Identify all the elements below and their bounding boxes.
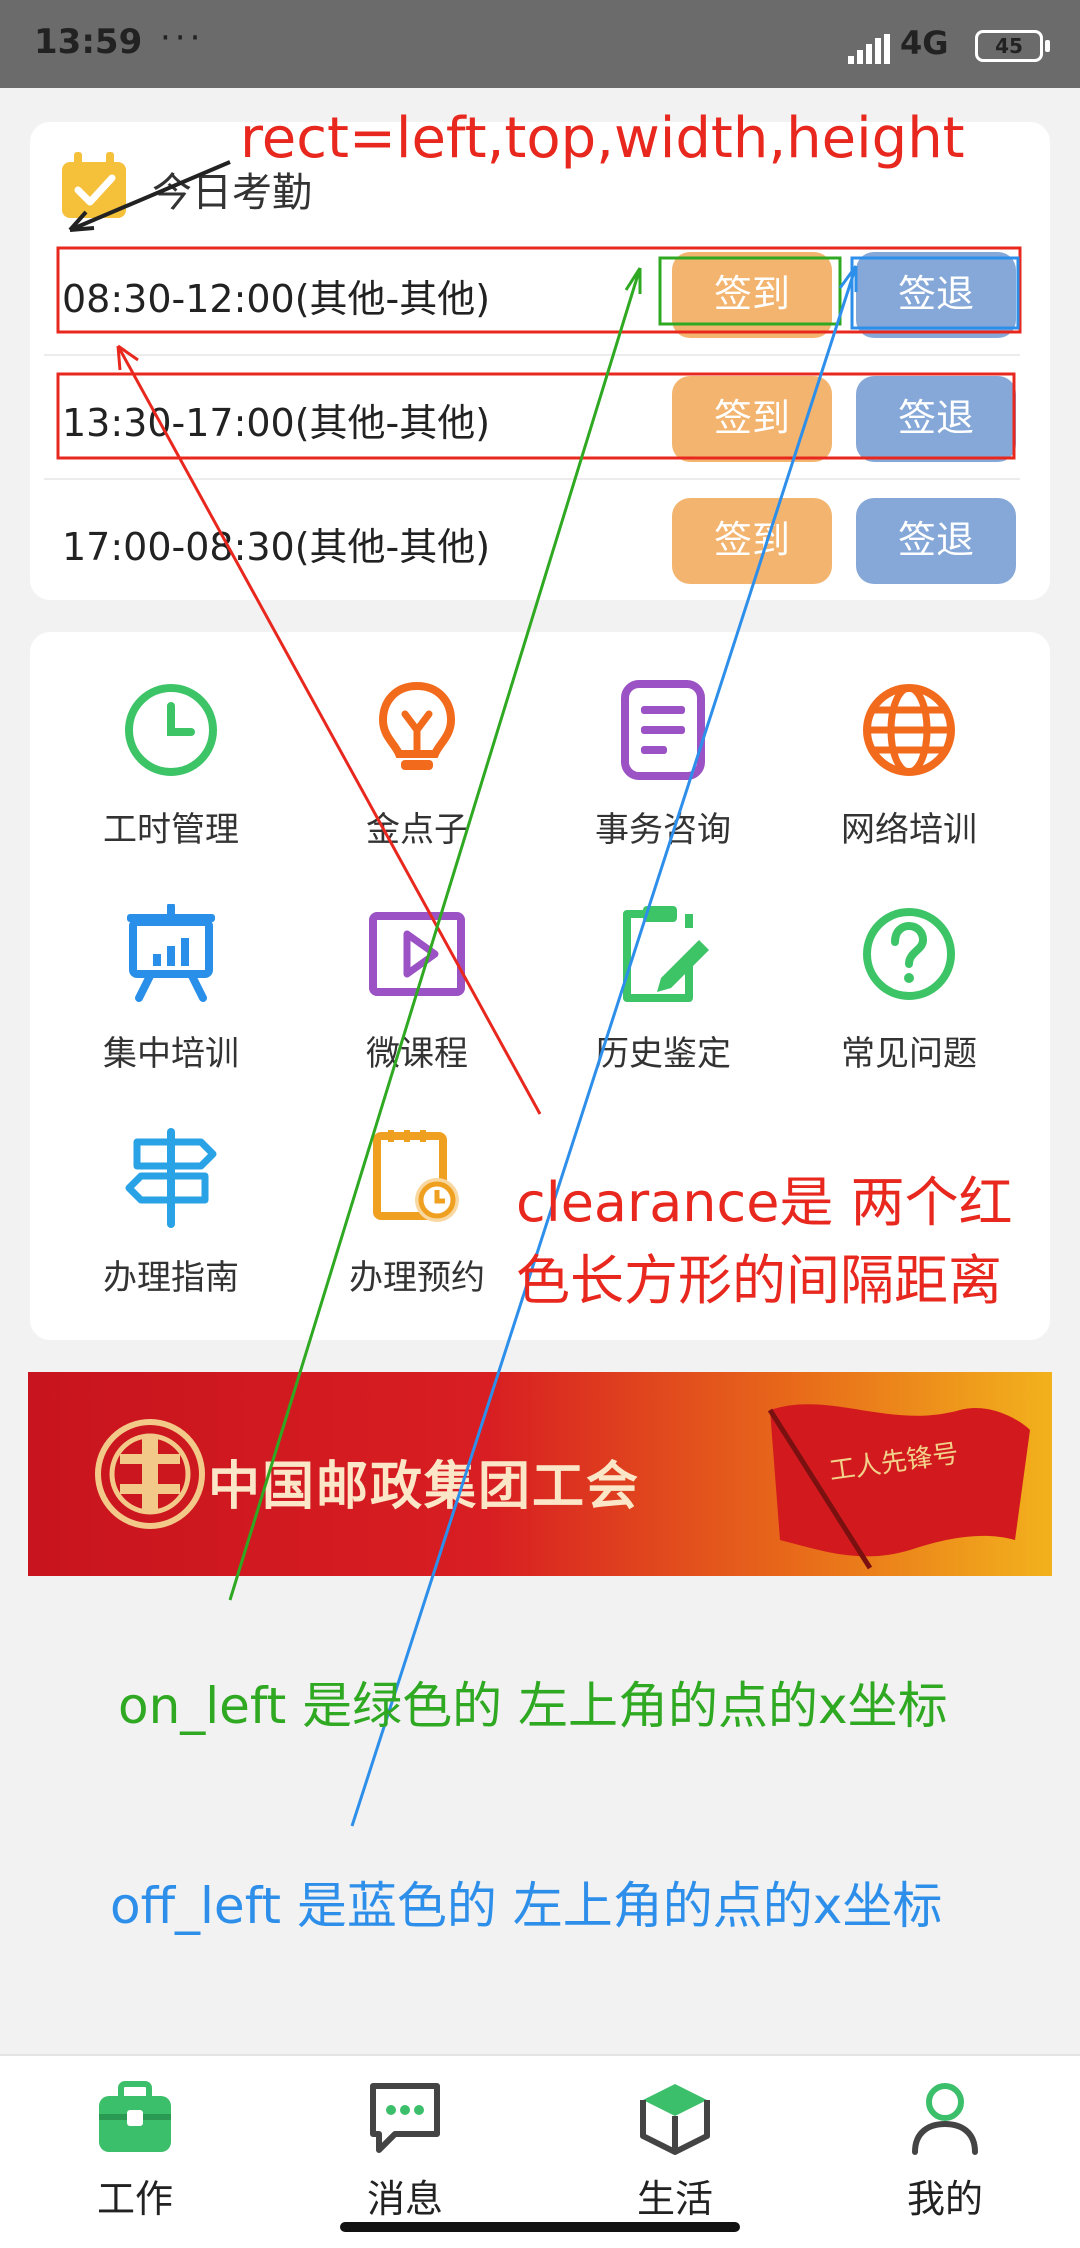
red-flag-icon: 工人先锋号 (767, 1404, 1030, 1570)
calendar-check-icon (62, 152, 126, 218)
row-divider (44, 478, 1020, 480)
shift-time-2: 13:30-17:00(其他-其他) (62, 401, 491, 445)
grid-item-micro-course[interactable]: 微课程 (294, 904, 540, 1094)
grid-item-faq[interactable]: 常见问题 (786, 904, 1032, 1094)
lightbulb-icon (378, 681, 456, 770)
clipboard-edit-icon (623, 906, 709, 1002)
grid-item-consult[interactable]: 事务咨询 (540, 680, 786, 870)
grid-item-central-training[interactable]: 集中培训 (48, 904, 294, 1094)
grid-item-ideas[interactable]: 金点子 (294, 680, 540, 870)
annotation-clearance-1: clearance是 两个红 (516, 1171, 1013, 1234)
union-logo-icon (95, 1419, 205, 1529)
grid-label: 网络培训 (841, 810, 977, 850)
nav-tab-messages[interactable]: 消息 (270, 2068, 540, 2228)
checkout-button-1[interactable]: 签退 (856, 252, 1016, 338)
nav-tab-life[interactable]: 生活 (540, 2068, 810, 2228)
checkin-button-3[interactable]: 签到 (672, 498, 832, 584)
annotation-on-left: on_left 是绿色的 左上角的点的x坐标 (118, 1677, 948, 1735)
nav-tab-work[interactable]: 工作 (0, 2068, 270, 2228)
grid-label: 集中培训 (103, 1034, 239, 1074)
shift-time-1: 08:30-12:00(其他-其他) (62, 277, 491, 321)
checkin-button-1[interactable]: 签到 (672, 252, 832, 338)
row-divider (44, 354, 1020, 356)
message-icon (370, 2083, 440, 2153)
status-time: 13:59 (34, 22, 143, 62)
grid-label: 微课程 (366, 1034, 468, 1074)
document-icon (621, 680, 705, 780)
calendar-clock-icon (373, 1130, 459, 1222)
grid-label: 办理预约 (349, 1258, 485, 1298)
grid-item-guide[interactable]: 办理指南 (48, 1128, 294, 1318)
checkout-button-2[interactable]: 签退 (856, 376, 1016, 462)
network-type: 4G (900, 24, 949, 62)
grid-item-appointment[interactable]: 办理预约 (294, 1128, 540, 1318)
banner-title: 中国邮政集团工会 (208, 1457, 641, 1517)
signal-icon (848, 34, 890, 64)
clock-icon (125, 684, 217, 776)
presentation-board-icon (127, 904, 215, 1002)
briefcase-icon (99, 2081, 171, 2152)
nav-label: 消息 (366, 2177, 443, 2221)
grid-item-history[interactable]: 历史鉴定 (540, 904, 786, 1094)
grid-item-hours[interactable]: 工时管理 (48, 680, 294, 870)
home-indicator (340, 2222, 740, 2232)
checkin-button-2[interactable]: 签到 (672, 376, 832, 462)
nav-label: 我的 (906, 2177, 983, 2221)
globe-icon (863, 684, 955, 776)
annotation-clearance-2: 色长方形的间隔距离 (516, 1249, 1002, 1312)
video-play-icon (369, 912, 465, 996)
question-icon (863, 908, 955, 1000)
grid-label: 事务咨询 (595, 810, 731, 850)
status-more-dots: ··· (160, 18, 205, 58)
person-icon (912, 2083, 978, 2155)
grid-item-online-training[interactable]: 网络培训 (786, 680, 1032, 870)
cube-icon (640, 2084, 710, 2155)
nav-label: 生活 (636, 2177, 713, 2221)
annotation-rect: rect=left,top,width,height (240, 106, 965, 171)
battery-icon: 45 (975, 30, 1043, 62)
battery-tip (1045, 40, 1050, 52)
signpost-icon (125, 1128, 217, 1228)
nav-label: 工作 (96, 2177, 173, 2221)
checkout-button-3[interactable]: 签退 (856, 498, 1016, 584)
grid-label: 常见问题 (841, 1034, 977, 1074)
grid-label: 工时管理 (103, 810, 239, 850)
grid-label: 金点子 (366, 810, 468, 850)
shift-time-3: 17:00-08:30(其他-其他) (62, 525, 491, 569)
grid-label: 历史鉴定 (595, 1034, 731, 1074)
annotation-off-left: off_left 是蓝色的 左上角的点的x坐标 (110, 1877, 943, 1935)
nav-tab-mine[interactable]: 我的 (810, 2068, 1080, 2228)
grid-label: 办理指南 (103, 1258, 239, 1298)
